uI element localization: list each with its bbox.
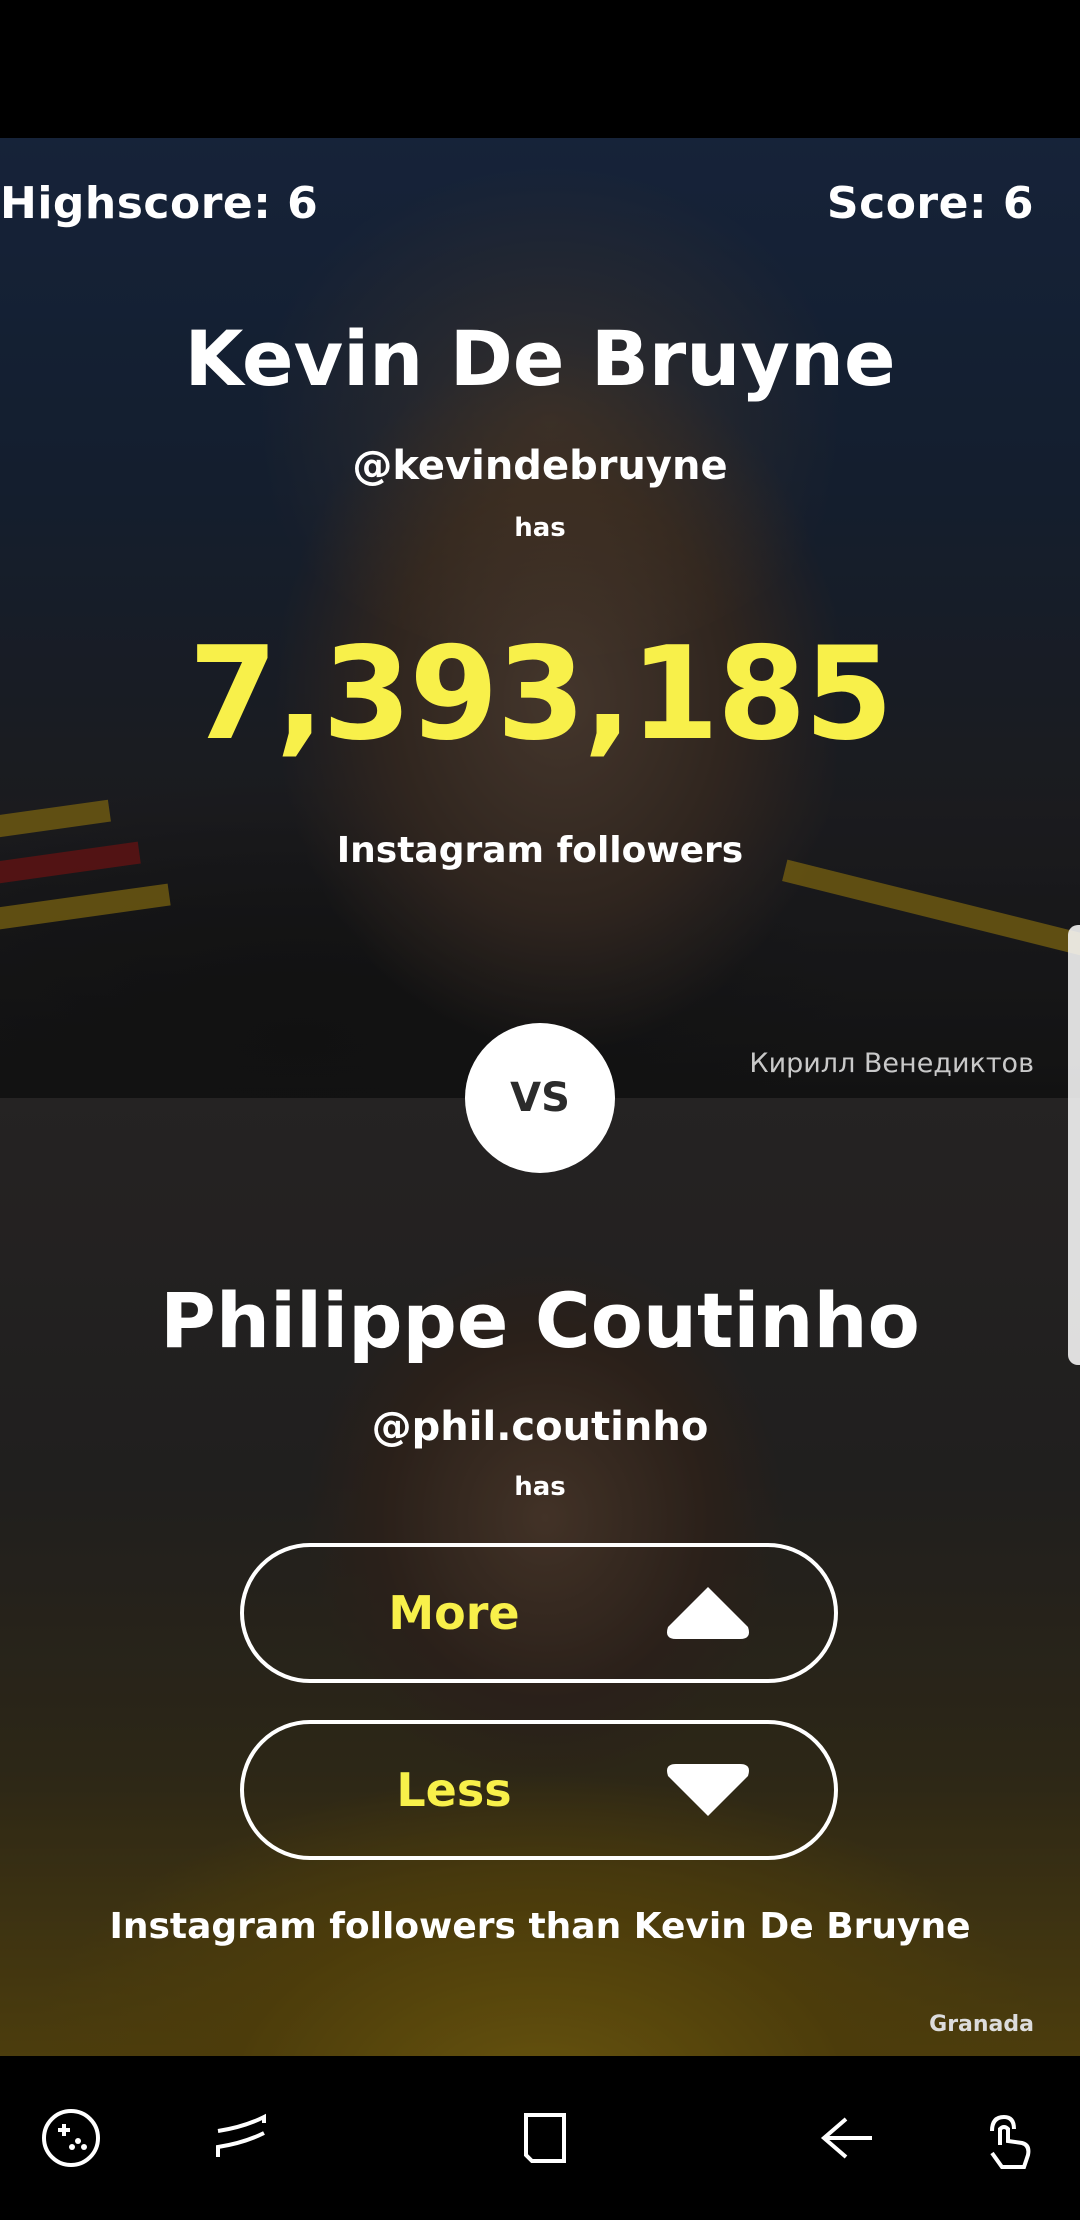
top-person-handle: @kevindebruyne [352, 443, 728, 489]
top-person-has: has [514, 513, 566, 543]
arrow-up-icon [667, 1587, 749, 1639]
game-tools-icon[interactable] [34, 2101, 108, 2175]
edge-panel-handle[interactable] [1068, 925, 1080, 1365]
top-photo-credit: Кирилл Венедиктов [749, 1048, 1034, 1079]
status-bar [0, 0, 1080, 138]
arrow-down-icon [667, 1764, 749, 1816]
recents-icon[interactable] [206, 2101, 280, 2175]
top-person-name: Kevin De Bruyne [184, 314, 896, 403]
bottom-person-name: Philippe Coutinho [160, 1276, 920, 1365]
more-button-label: More [388, 1586, 520, 1640]
home-icon[interactable] [508, 2101, 582, 2175]
vs-label: VS [510, 1075, 570, 1121]
vs-badge: VS [465, 1023, 615, 1173]
score-label: Score: 6 [826, 178, 1034, 229]
top-person-follower-count: 7,393,185 [188, 620, 894, 769]
bottom-person-has: has [514, 1472, 566, 1502]
top-person-followers-label: Instagram followers [336, 830, 744, 871]
touch-gesture-icon[interactable] [970, 2101, 1044, 2175]
more-button[interactable]: More [240, 1543, 838, 1683]
less-button[interactable]: Less [240, 1720, 838, 1860]
comparison-text: Instagram followers than Kevin De Bruyne [109, 1906, 971, 1947]
bottom-person-handle: @phil.coutinho [371, 1404, 709, 1450]
highscore-label: Highscore: 6 [0, 178, 319, 229]
top-person-panel [0, 138, 1080, 1098]
navigation-bar [0, 2056, 1080, 2220]
back-icon[interactable] [810, 2101, 884, 2175]
bottom-photo-credit: Granada [929, 2012, 1034, 2037]
less-button-label: Less [396, 1763, 512, 1817]
